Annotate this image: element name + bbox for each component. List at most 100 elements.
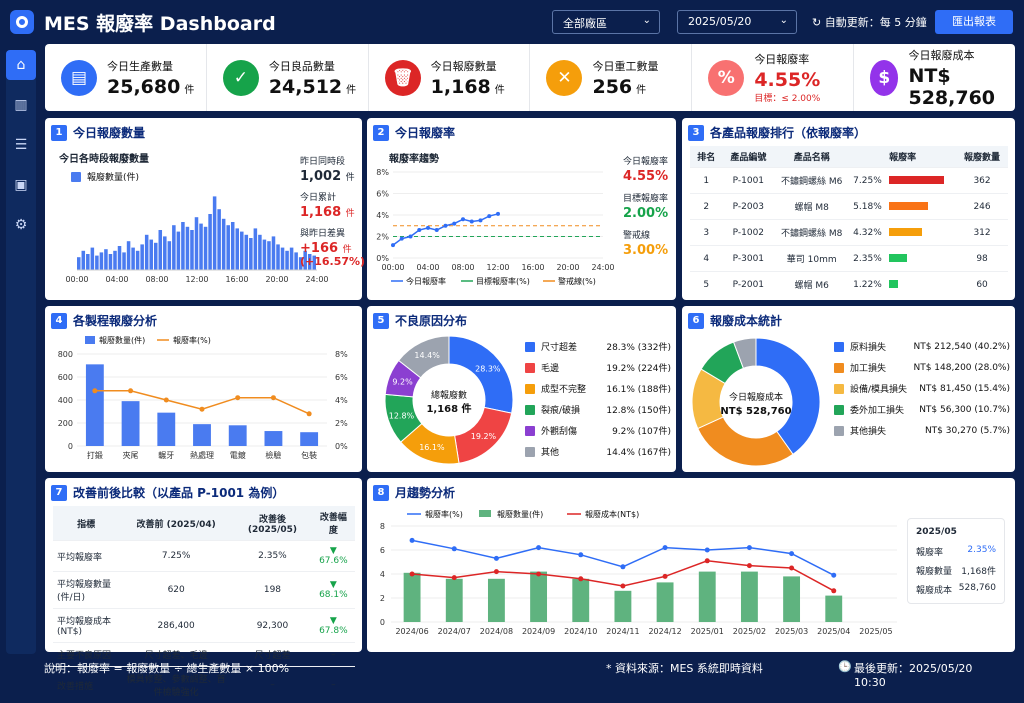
- footer: 說明：報廢率 = 報廢數量 ÷ 總生產數量 × 100% * 資料來源：MES …: [44, 660, 1004, 676]
- legend-swatch: [525, 426, 535, 436]
- table-row[interactable]: 5P-2001螺帽 M61.22%60: [690, 272, 1008, 298]
- legend-label: 尺寸超差: [541, 340, 606, 353]
- x-tick-label: 2024/10: [564, 627, 597, 636]
- x-tick-label: 包裝: [301, 450, 317, 460]
- date-select[interactable]: 2025/05/20⌄: [677, 10, 797, 34]
- trash-icon: 🗑: [385, 60, 421, 96]
- table-cell: 98: [956, 246, 1008, 272]
- chart-bar: [290, 248, 294, 270]
- bar-chart-icon[interactable]: ▥: [6, 90, 36, 120]
- rate-line: [393, 214, 498, 245]
- app-logo-icon: [10, 10, 34, 34]
- table-row[interactable]: 3P-1002不鏽鋼螺絲 M84.32%312: [690, 220, 1008, 246]
- chart-bar: [104, 249, 108, 270]
- chart-bar: [199, 224, 203, 270]
- chart-bar: [231, 222, 235, 270]
- legend-row: 其他損失NT$ 30,270 (5.7%): [834, 424, 1010, 437]
- rate-point: [400, 237, 404, 241]
- stat-value: 2.00%: [623, 208, 668, 220]
- auto-refresh-label: 自動更新：每 5 分鐘: [825, 16, 927, 29]
- legend-label: 報廢數量(件): [497, 509, 543, 519]
- trend-point: [705, 558, 710, 563]
- x-tick-label: 2025/02: [733, 627, 766, 636]
- panel-heading: 2今日報廢率: [373, 124, 455, 141]
- y-tick-label: 0: [68, 442, 73, 451]
- kpi-card: 🗑今日報廢數量1,168件: [369, 44, 531, 111]
- legend-label: 成型不完整: [541, 382, 606, 395]
- chart-bar: [783, 576, 800, 622]
- chart-bar: [82, 251, 86, 270]
- stat-value: 1,168: [300, 205, 341, 220]
- table-row[interactable]: 2P-2003螺帽 M85.18%246: [690, 194, 1008, 220]
- export-button[interactable]: 匯出報表: [935, 10, 1013, 34]
- legend-value: 28.3% (332件): [606, 340, 671, 353]
- table-header-row: 指標改善前 (2025/04)改善後 (2025/05)改善幅度: [53, 506, 355, 541]
- table-row[interactable]: 4P-3001華司 10mm2.35%98: [690, 246, 1008, 272]
- legend-value: 16.1% (188件): [606, 382, 671, 395]
- stat-label: 警戒線: [623, 230, 668, 242]
- legend-row: 原料損失NT$ 212,540 (40.2%): [834, 340, 1010, 353]
- chart-bar: [446, 579, 463, 622]
- list-icon[interactable]: ☰: [6, 130, 36, 160]
- chart-bar: [657, 582, 674, 622]
- table-row[interactable]: 1P-1001不鏽鋼螺絲 M67.25%362: [690, 168, 1008, 194]
- kpi-text: 今日良品數量24,512件: [269, 58, 356, 98]
- trend-point: [536, 572, 541, 577]
- chart-bar: [109, 254, 113, 270]
- check-icon: ✓: [223, 60, 259, 96]
- table-cell: 92,300: [233, 609, 312, 643]
- kpi-unit: 件: [184, 85, 194, 96]
- trend-point: [620, 584, 625, 589]
- chart-bar: [254, 228, 258, 270]
- chart-bar: [213, 196, 217, 270]
- kpi-unit: 件: [495, 85, 505, 96]
- stat-value: 4.55%: [623, 171, 668, 183]
- table-cell: ▼ 67.6%: [312, 541, 355, 572]
- trend-point: [536, 545, 541, 550]
- table-cell: 5: [690, 272, 722, 298]
- panel-process-analysis: 4各製程報廢分析 報廢數量(件)報廢率(%)8008%6006%4004%200…: [45, 306, 362, 472]
- trend-point: [705, 548, 710, 553]
- x-tick-label: 00:00: [65, 275, 88, 284]
- legend-swatch: [834, 426, 844, 436]
- tooltip-label: 報廢成本: [916, 583, 952, 596]
- rate-text: 4.32%: [853, 228, 885, 238]
- chart-bar: [95, 256, 99, 270]
- rate-point: [470, 219, 474, 223]
- x-tick-label: 04:00: [105, 275, 128, 284]
- panel-title: 各產品報廢排行（依報廢率）: [710, 124, 866, 141]
- chart-bar: [204, 227, 208, 270]
- table-cell: 平均報廢成本(NT$): [53, 609, 119, 643]
- home-icon[interactable]: ⌂: [6, 50, 36, 80]
- stat-value: (+16.57%): [300, 256, 365, 268]
- donut-slice: [698, 417, 793, 466]
- kpi-label: 今日報廢數量: [431, 58, 505, 74]
- date-select-value: 2025/05/20: [688, 15, 751, 28]
- panel-heading: 3各產品報廢排行（依報廢率）: [688, 124, 866, 141]
- panel-heading: 5不良原因分布: [373, 312, 467, 329]
- top-bar: MES 報廢率 Dashboard 全部廠區⌄ 2025/05/20⌄ ↻ 自動…: [0, 0, 1024, 44]
- chart-bar: [235, 228, 239, 270]
- box-icon[interactable]: ▣: [6, 170, 36, 200]
- trend-point: [620, 564, 625, 569]
- kpi-target: 目標：≤ 2.00%: [754, 91, 820, 104]
- y-tick-label: 600: [58, 373, 73, 382]
- panel-title: 報廢成本統計: [710, 312, 782, 329]
- x-tick-label: 打鍛: [87, 450, 103, 460]
- auto-refresh[interactable]: ↻ 自動更新：每 5 分鐘: [812, 14, 927, 30]
- donut-center-label: 今日報廢成本: [729, 391, 783, 403]
- tooltip-value: 2.35%: [967, 545, 996, 558]
- panel-today-scrap-rate: 2今日報廢率 報廢率趨勢 8%6%4%2%0%00:0004:0008:0012…: [367, 118, 676, 300]
- stat-label: 昨日同時段: [300, 156, 365, 168]
- footer-updated: 最後更新：2025/05/20 10:30: [854, 660, 1004, 689]
- gear-icon[interactable]: ⚙: [6, 210, 36, 240]
- tooltip-label: 報廢率: [916, 545, 943, 558]
- stat-unit: 件: [346, 209, 355, 219]
- trend-point: [663, 545, 668, 550]
- panel-today-scrap-count: 1今日報廢數量 今日各時段報廢數量 報廢數量(件) 00:0004:0008:0…: [45, 118, 362, 300]
- rate-point: [479, 218, 483, 222]
- plant-select[interactable]: 全部廠區⌄: [552, 10, 660, 34]
- tooltip-month: 2025/05: [916, 527, 996, 537]
- rate-bar: [889, 202, 928, 210]
- legend-value: 14.4% (167件): [606, 445, 671, 458]
